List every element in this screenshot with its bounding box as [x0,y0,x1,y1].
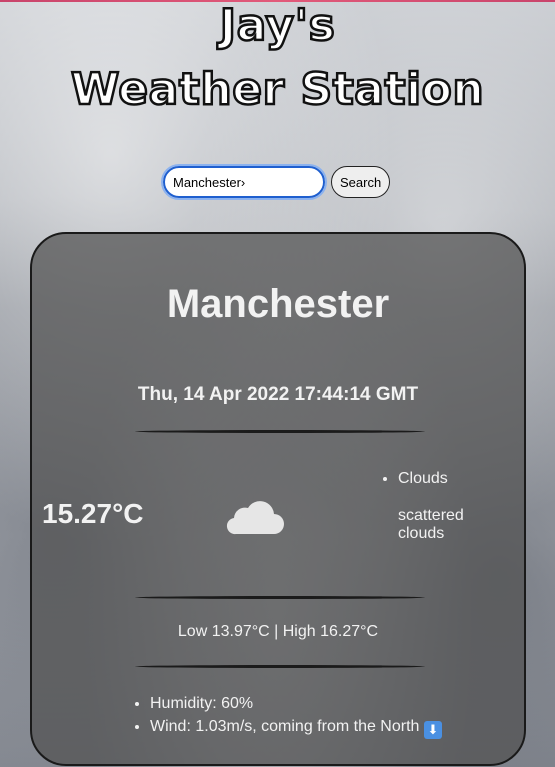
divider [135,596,425,599]
cloud-icon [226,501,284,535]
search-input[interactable] [161,164,327,200]
humidity-text: Humidity: 60% [150,695,254,712]
divider [135,430,425,433]
page-title: Jay's Weather Station [0,0,555,119]
wind: Wind: 1.03m/s, coming from the North ⬇ [150,715,442,739]
temperature: 15.27°C [42,498,144,529]
divider [135,665,425,668]
low-high-temperature: Low 13.97°C | High 16.27°C [177,623,379,640]
condition-main: Clouds [398,470,448,488]
search-bar: Search [161,164,391,200]
humidity: Humidity: 60% [150,692,442,715]
details-list: Humidity: 60% Wind: 1.03m/s, coming from… [134,692,442,739]
wind-text: Wind: 1.03m/s, coming from the North [150,718,420,735]
condition-description: scattered clouds [398,507,464,542]
title-line-1: Jay's [218,0,336,52]
title-line-2: Weather Station [70,63,485,117]
weather-card: Manchester Thu, 14 Apr 2022 17:44:14 GMT… [30,232,526,766]
city-name: Manchester [166,282,390,326]
date-time: Thu, 14 Apr 2022 17:44:14 GMT [137,384,419,405]
search-button[interactable]: Search [331,166,391,198]
condition-list: Clouds [382,470,448,488]
down-arrow-icon: ⬇ [423,721,442,739]
